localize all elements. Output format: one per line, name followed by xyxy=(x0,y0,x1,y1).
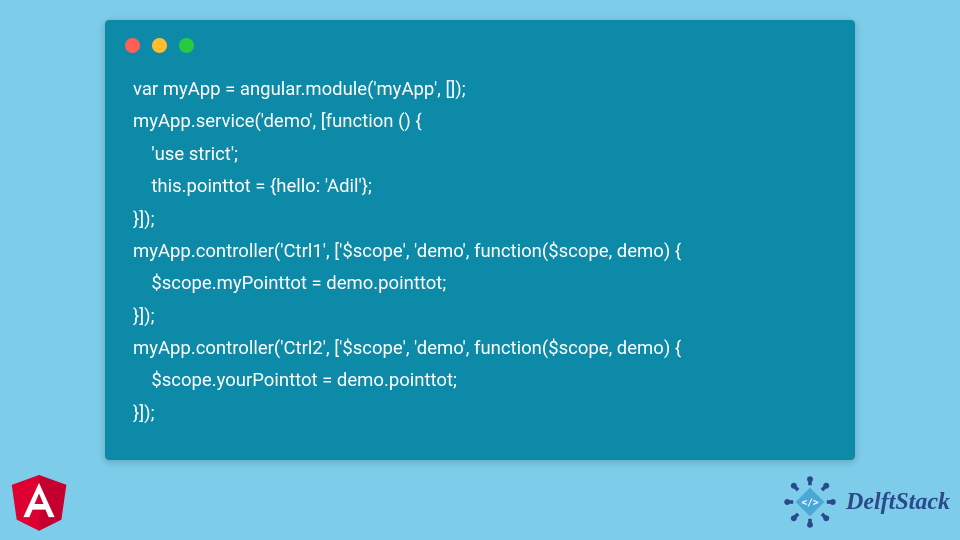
svg-text:</>: </> xyxy=(801,498,819,509)
code-line: this.pointtot = {hello: 'Adil'}; xyxy=(133,175,372,197)
code-line: }]); xyxy=(133,305,155,327)
code-line: $scope.yourPointtot = demo.pointtot; xyxy=(133,369,457,391)
delftstack-badge-icon: </> xyxy=(780,472,840,532)
minimize-icon xyxy=(152,38,167,53)
delftstack-text: DelftStack xyxy=(846,489,950,516)
code-line: }]); xyxy=(133,208,155,230)
delftstack-logo: </> DelftStack xyxy=(780,472,950,532)
code-line: var myApp = angular.module('myApp', []); xyxy=(133,78,466,100)
code-line: 'use strict'; xyxy=(133,143,238,165)
code-line: myApp.controller('Ctrl2', ['$scope', 'de… xyxy=(133,337,681,359)
code-line: myApp.controller('Ctrl1', ['$scope', 'de… xyxy=(133,240,681,262)
code-block: var myApp = angular.module('myApp', []);… xyxy=(105,63,855,449)
close-icon xyxy=(125,38,140,53)
code-window: var myApp = angular.module('myApp', []);… xyxy=(105,20,855,460)
maximize-icon xyxy=(179,38,194,53)
code-line: myApp.service('demo', [function () { xyxy=(133,110,422,132)
code-line: $scope.myPointtot = demo.pointtot; xyxy=(133,272,446,294)
code-line: }]); xyxy=(133,402,155,424)
window-controls xyxy=(105,20,855,63)
angular-logo-icon xyxy=(8,470,70,532)
